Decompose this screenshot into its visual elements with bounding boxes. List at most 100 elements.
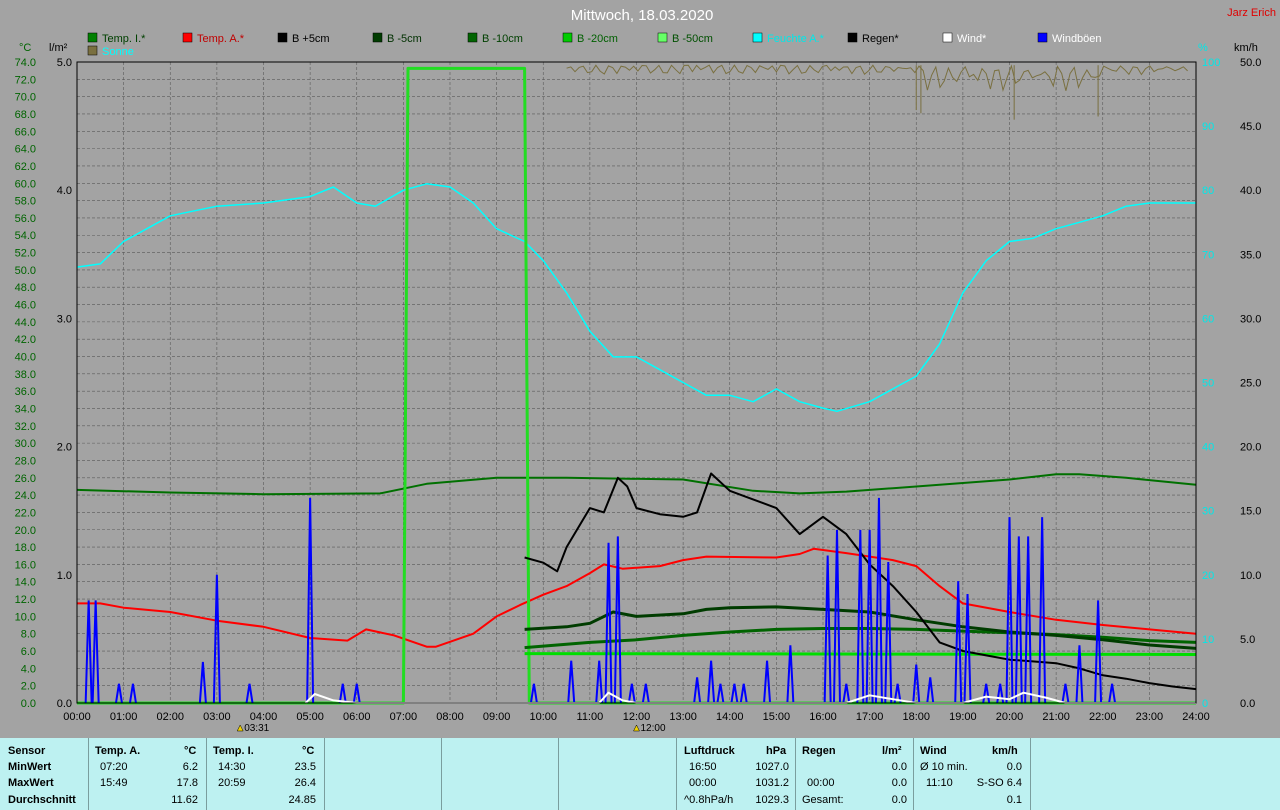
wind-tick-label: 10.0 (1240, 570, 1261, 582)
rain-total-label: Gesamt: (802, 794, 844, 806)
rain-min: 0.0 (891, 761, 907, 773)
wind-tick-label: 25.0 (1240, 378, 1261, 390)
temp-tick-label: 50.0 (15, 265, 36, 277)
series-windb-en-spike (926, 677, 935, 704)
row-label-avg: Durchschnitt (8, 794, 76, 806)
wind-avg: 0.1 (1006, 794, 1022, 806)
temp-i-unit: °C (302, 745, 315, 757)
temp-a-min: 6.2 (182, 761, 198, 773)
time-tick-label: 13:00 (669, 711, 697, 723)
rain-tick-label: 3.0 (57, 313, 72, 325)
series-windb-en-spike (529, 683, 538, 704)
wind-tick-label: 40.0 (1240, 185, 1261, 197)
series-windb-en-spike (707, 660, 716, 704)
legend-swatch (1037, 32, 1048, 43)
temp-i-max: 26.4 (294, 777, 316, 789)
row-label-max: MaxWert (8, 777, 54, 789)
rain-tick-label: 5.0 (57, 57, 72, 69)
series-sonne (566, 64, 1188, 93)
humidity-axis-unit: % (1198, 42, 1208, 54)
temp-tick-label: 16.0 (15, 559, 36, 571)
legend-swatch (372, 32, 383, 43)
series-windb-en-spike (114, 683, 123, 704)
time-tick-label: 22:00 (1089, 711, 1117, 723)
humidity-tick-label: 70 (1202, 249, 1214, 261)
sun-event-label: 03:31 (244, 723, 269, 734)
series-windb-en-spike (1038, 517, 1047, 704)
rain-max-time: 00:00 (807, 777, 835, 789)
series-windb-en-spike (730, 683, 739, 704)
temp-tick-label: 14.0 (15, 577, 36, 589)
series-windb-en-spike (1014, 536, 1023, 704)
series-windb-en-spike (874, 497, 883, 704)
humidity-tick-label: 40 (1202, 442, 1214, 454)
time-tick-label: 12:00 (623, 711, 651, 723)
humidity-tick-label: 100 (1202, 57, 1220, 69)
legend: Temp. I.* Temp. A.* B +5cm B -5cm B -10cm B -… (87, 32, 1102, 58)
temp-tick-label: 26.0 (15, 473, 36, 485)
legend-label: B -10cm (482, 33, 523, 45)
time-tick-label: 08:00 (436, 711, 464, 723)
temp-tick-label: 46.0 (15, 300, 36, 312)
rain-max: 0.0 (891, 777, 907, 789)
temp-a-max: 17.8 (176, 777, 198, 789)
temp-tick-label: 68.0 (15, 109, 36, 121)
temp-i-avg: 24.85 (288, 794, 316, 806)
time-tick-label: 05:00 (296, 711, 324, 723)
pressure-min-time: 16:50 (689, 761, 717, 773)
temp-tick-label: 30.0 (15, 438, 36, 450)
pressure-min: 1027.0 (755, 761, 789, 773)
wind-axis-unit: km/h (1234, 42, 1258, 54)
sun-event-label: 12:00 (641, 723, 666, 734)
series-windb-en-spike (739, 683, 748, 704)
temp-i-header: Temp. I. (213, 745, 254, 757)
temp-i-min-time: 14:30 (218, 761, 246, 773)
series-windb-en-spike (1094, 600, 1103, 704)
rain-tick-label: 1.0 (57, 570, 72, 582)
wind-tick-label: 15.0 (1240, 506, 1261, 518)
temp-tick-label: 12.0 (15, 594, 36, 606)
time-tick-label: 11:00 (577, 711, 604, 723)
time-tick-label: 03:00 (203, 711, 231, 723)
temp-tick-label: 64.0 (15, 144, 36, 156)
temp-tick-label: 34.0 (15, 403, 36, 415)
temp-tick-label: 40.0 (15, 352, 36, 364)
temp-a-max-time: 15:49 (100, 777, 128, 789)
humidity-tick-label: 0 (1202, 698, 1208, 710)
rain-tick-label: 0.0 (57, 698, 72, 710)
wind-max-time: 11:10 (926, 777, 953, 789)
time-tick-label: 04:00 (250, 711, 278, 723)
series-windb-en-spike (627, 683, 636, 704)
temp-tick-label: 70.0 (15, 92, 36, 104)
temp-tick-label: 24.0 (15, 490, 36, 502)
legend-label: Windböen (1052, 33, 1102, 45)
pressure-trend: ^0.8hPa/h (684, 794, 734, 806)
wind-max: S-SO 6.4 (976, 777, 1022, 789)
humidity-tick-label: 50 (1202, 378, 1214, 390)
series-windb-en-spike (982, 683, 991, 704)
humidity-tick-label: 90 (1202, 121, 1214, 133)
sensor-header: Sensor (8, 745, 46, 757)
temp-tick-label: 56.0 (15, 213, 36, 225)
series-windb-en-spike (963, 594, 972, 704)
temp-tick-label: 18.0 (15, 542, 36, 554)
time-tick-label: 23:00 (1136, 711, 1164, 723)
rain-tick-label: 2.0 (57, 442, 72, 454)
temp-tick-label: 8.0 (21, 629, 36, 641)
series-windb-en-spike (338, 683, 347, 704)
series-windb-en-spike (1005, 517, 1014, 704)
legend-swatch (182, 32, 193, 43)
series-windb-en-spike (1108, 683, 1117, 704)
wind-tick-label: 0.0 (1240, 698, 1255, 710)
series-windb-en-spike (84, 600, 93, 704)
temp-tick-label: 4.0 (21, 663, 36, 675)
wind-tick-label: 35.0 (1240, 249, 1261, 261)
temp-tick-label: 2.0 (21, 681, 36, 693)
temp-tick-label: 52.0 (15, 248, 36, 260)
temp-tick-label: 0.0 (21, 698, 36, 710)
rain-header: Regen (802, 745, 836, 757)
wind-tick-label: 20.0 (1240, 442, 1261, 454)
time-tick-label: 02:00 (156, 711, 184, 723)
series-windb-en-spike (245, 683, 254, 704)
axis-ticks: 74.0 72.0 70.0 68.0 66.0 64.0 62.0 60.0 58.0 56.0… (15, 57, 1262, 734)
